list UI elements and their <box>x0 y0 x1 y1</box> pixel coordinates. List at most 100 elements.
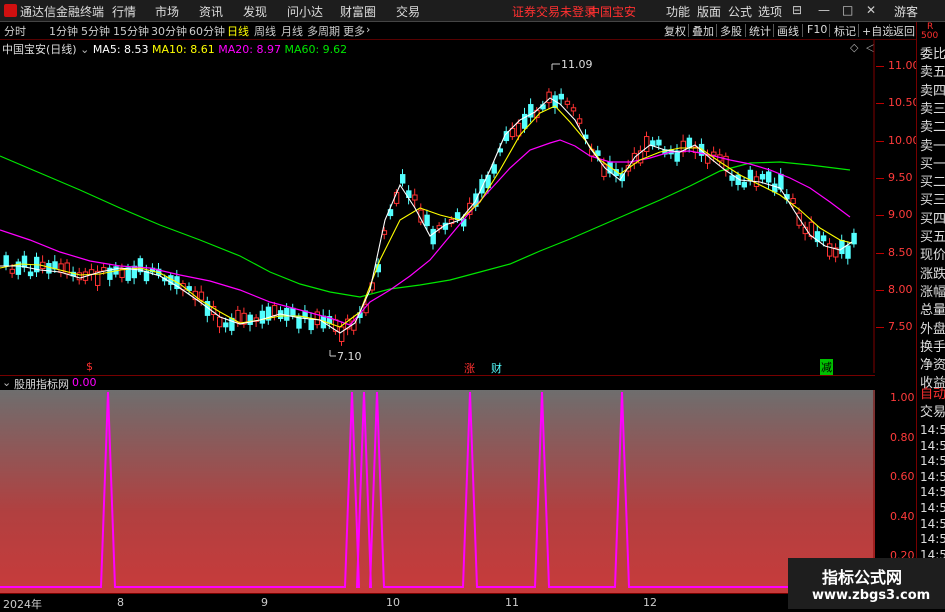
price-tick-label: 8.00 <box>888 282 913 296</box>
price-tick <box>876 177 884 179</box>
indicator-header: ⌄ 股朋指标网 0.00 <box>0 375 875 391</box>
candle-body <box>570 107 577 112</box>
candle-body <box>21 255 28 268</box>
maximize-icon[interactable]: □ <box>842 3 853 17</box>
date-axis: 2024年 8 9 10 11 12 <box>0 593 916 611</box>
candle-body <box>656 139 662 146</box>
candle-body <box>27 271 34 277</box>
quote-label: 委比 <box>920 47 945 62</box>
period-15min[interactable]: 15分钟 <box>113 23 149 39</box>
separator <box>745 24 746 37</box>
price-tick <box>876 215 884 217</box>
event-marker-finance[interactable]: 财 <box>491 360 502 376</box>
statistics-button[interactable]: 统计 <box>749 23 771 39</box>
price-tick <box>876 140 884 142</box>
menu-quotes[interactable]: 行情 <box>112 3 136 20</box>
candle-body <box>412 194 418 201</box>
price-tick <box>876 103 884 105</box>
quote-label: 卖一 <box>920 138 945 154</box>
period-60min[interactable]: 60分钟 <box>189 23 225 39</box>
chevron-right-icon[interactable]: › <box>366 23 370 36</box>
login-status[interactable]: 证券交易未登录 <box>512 3 596 20</box>
overlay-button[interactable]: 叠加 <box>692 23 714 39</box>
price-tick <box>876 289 884 291</box>
watermark-url: www.zbgs3.com <box>812 588 931 603</box>
period-monthly[interactable]: 月线 <box>281 23 303 39</box>
candle-body <box>558 93 564 100</box>
indicator-panel[interactable] <box>0 390 875 593</box>
candle-body <box>686 137 693 148</box>
separator <box>688 24 689 37</box>
indicator-tick-label: 1.00 <box>890 391 915 404</box>
time-label: 14:5 <box>920 438 945 453</box>
candle-body <box>9 268 16 274</box>
price-tick-label: 8.50 <box>888 245 913 259</box>
date-label: 11 <box>505 596 519 609</box>
f10-button[interactable]: F10 <box>807 23 827 36</box>
candle-body <box>198 291 205 301</box>
candle-body <box>711 151 717 156</box>
skin-icon[interactable]: ⊟ <box>792 3 802 17</box>
candle-body <box>759 174 766 180</box>
price-tick-label: 10.00 <box>888 133 920 147</box>
menu-ask[interactable]: 问小达 <box>287 3 323 20</box>
period-daily[interactable]: 日线 <box>227 23 249 39</box>
trade-label[interactable]: 交易 <box>920 401 945 420</box>
quote-label: 外盘 <box>920 321 945 337</box>
quote-label: 现价 <box>920 248 945 264</box>
candle-body <box>729 175 735 181</box>
menu-layout[interactable]: 版面 <box>697 3 721 20</box>
multi-stock-button[interactable]: 多股 <box>720 23 742 39</box>
candle-body <box>430 228 436 245</box>
time-label: 14:5 <box>920 501 945 515</box>
price-tick-label: 10.50 <box>888 96 920 110</box>
menu-news[interactable]: 资讯 <box>199 3 223 20</box>
user-label[interactable]: 游客 <box>894 3 918 20</box>
period-5min[interactable]: 5分钟 <box>81 23 110 39</box>
auto-label[interactable]: 自动 <box>920 383 945 402</box>
menu-function[interactable]: 功能 <box>666 3 690 20</box>
watermark-title: 指标公式网 <box>822 568 903 587</box>
price-tick <box>876 327 884 329</box>
price-tick <box>876 252 884 254</box>
close-icon[interactable]: ✕ <box>866 3 876 17</box>
date-label: 8 <box>117 596 124 609</box>
candle-body <box>790 198 796 205</box>
period-more[interactable]: 更多 <box>343 23 365 39</box>
menu-market[interactable]: 市场 <box>155 3 179 20</box>
candle-body <box>778 173 784 190</box>
menu-trade[interactable]: 交易 <box>396 3 420 20</box>
event-marker-reduce[interactable]: 减 <box>820 359 833 375</box>
separator <box>829 24 830 37</box>
price-tick-label: 9.50 <box>888 170 913 184</box>
quote-label: 涨跌 <box>920 266 945 282</box>
dropdown-icon[interactable]: ⌄ <box>2 376 11 389</box>
period-intraday[interactable]: 分时 <box>4 23 26 39</box>
period-multi[interactable]: 多周期 <box>307 23 340 39</box>
menu-wealth[interactable]: 财富圈 <box>340 3 376 20</box>
candlestick-chart[interactable] <box>0 40 875 373</box>
menu-formula[interactable]: 公式 <box>728 3 752 20</box>
restore-rights-button[interactable]: 复权 <box>664 23 686 39</box>
menu-discover[interactable]: 发现 <box>243 3 267 20</box>
candle-body <box>271 305 278 316</box>
minimize-icon[interactable]: — <box>818 3 830 17</box>
time-label: 14:5 <box>920 485 945 500</box>
app-logo-icon <box>4 4 17 17</box>
separator <box>802 24 803 37</box>
period-weekly[interactable]: 周线 <box>254 23 276 39</box>
indicator-tick-label: 0.60 <box>890 470 915 483</box>
quote-label: 总量 <box>920 303 945 319</box>
period-1min[interactable]: 1分钟 <box>49 23 78 39</box>
quote-label: 卖四 <box>920 83 945 99</box>
mark-button[interactable]: 标记 <box>834 23 856 39</box>
draw-line-button[interactable]: 画线 <box>777 23 799 39</box>
quote-label: 买五 <box>920 230 945 245</box>
event-marker-dollar[interactable]: $ <box>86 360 93 373</box>
menu-options[interactable]: 选项 <box>758 3 782 20</box>
period-30min[interactable]: 30分钟 <box>151 23 187 39</box>
low-annotation: 7.10 <box>337 350 362 363</box>
event-marker-rise[interactable]: 涨 <box>464 360 475 376</box>
quote-label: 卖三 <box>920 101 945 117</box>
back-button[interactable]: 返回 <box>893 23 915 39</box>
